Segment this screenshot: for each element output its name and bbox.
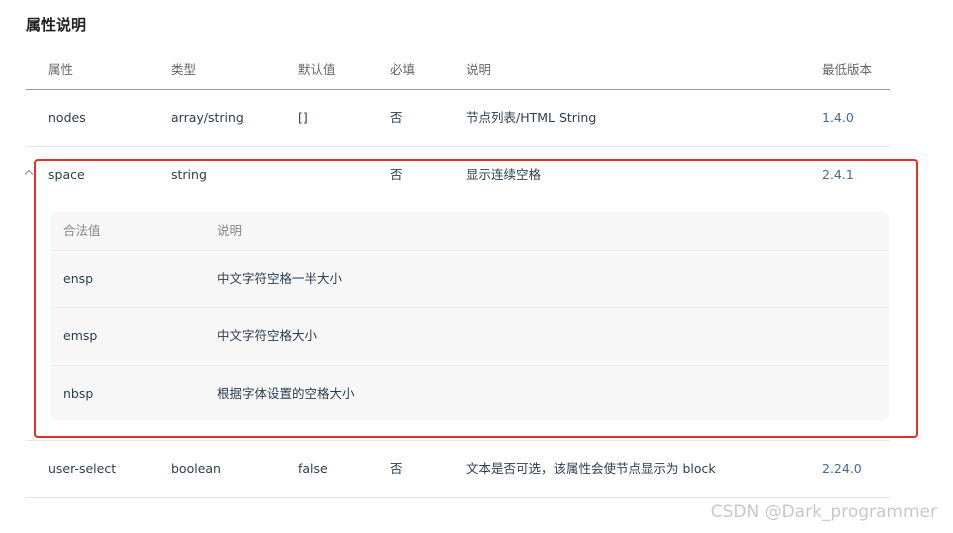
row-divider [26, 497, 890, 498]
row-user-select-required: 否 [390, 461, 403, 476]
row-divider [26, 440, 890, 441]
row-nodes-required: 否 [390, 110, 403, 125]
chevron-up-icon[interactable] [24, 169, 34, 179]
header-default: 默认值 [298, 62, 336, 77]
watermark: CSDN @Dark_programmer [710, 502, 937, 522]
row-user-select-default: false [298, 461, 328, 476]
highlight-annotation-box [34, 159, 918, 438]
row-nodes-name: nodes [48, 110, 86, 125]
header-description: 说明 [466, 62, 492, 77]
row-user-select-type: boolean [171, 461, 221, 476]
header-divider [26, 89, 890, 90]
header-min-version: 最低版本 [822, 62, 873, 77]
row-user-select-version-link[interactable]: 2.24.0 [822, 461, 862, 477]
section-title: 属性说明 [26, 16, 87, 34]
header-required: 必填 [390, 62, 416, 77]
row-divider [26, 146, 890, 147]
header-type: 类型 [171, 62, 197, 77]
row-nodes-description: 节点列表/HTML String [466, 110, 597, 125]
row-nodes-type: array/string [171, 110, 244, 125]
row-user-select-description: 文本是否可选，该属性会使节点显示为 block [466, 461, 716, 476]
header-attribute: 属性 [48, 62, 74, 77]
row-nodes-default: [] [298, 110, 308, 125]
row-nodes-version-link[interactable]: 1.4.0 [822, 110, 854, 126]
row-user-select-name: user-select [48, 461, 117, 476]
